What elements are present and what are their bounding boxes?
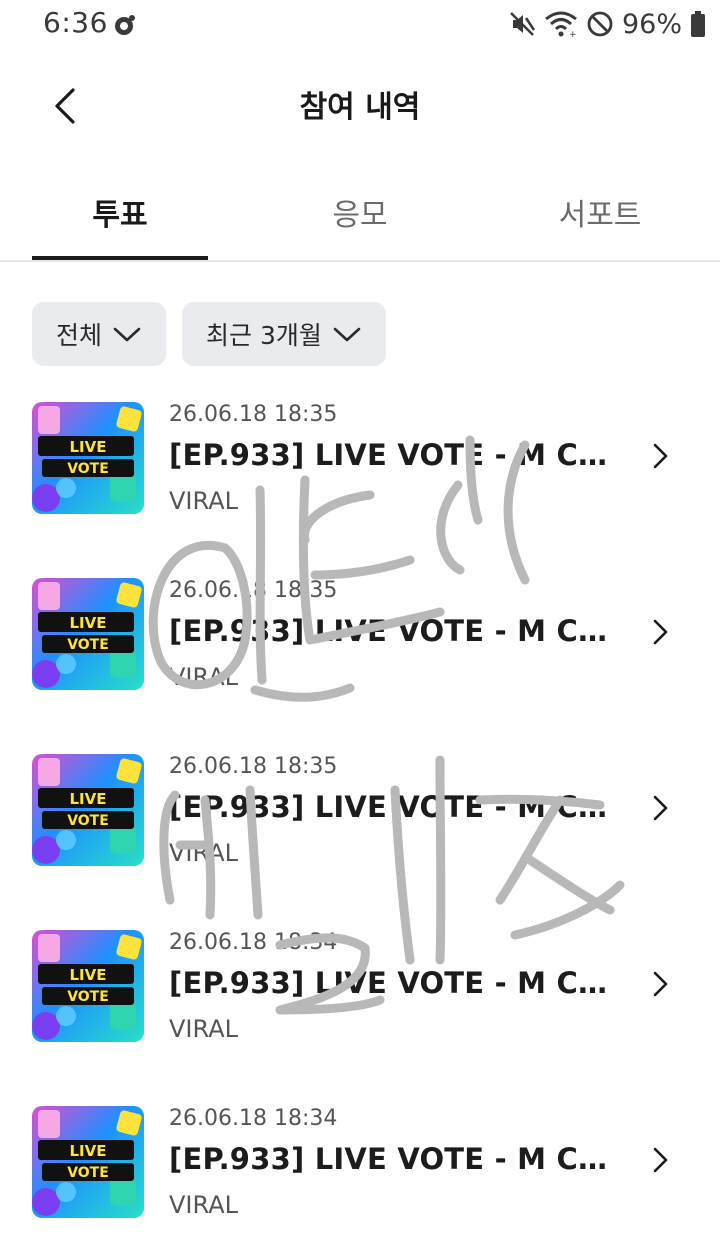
- status-time: 6:36: [43, 6, 108, 39]
- filter-bar: 전체 최근 3개월: [32, 302, 386, 366]
- tab-vote[interactable]: 투표: [32, 190, 208, 260]
- tab-bar: 투표 응모 서포트: [0, 160, 720, 262]
- participation-list: LIVE VOTE 26.06.18 18:35 [EP.933] LIVE V…: [0, 390, 720, 1248]
- item-subtitle: VIRAL: [169, 1015, 238, 1043]
- status-icons: + 96%: [508, 8, 706, 40]
- list-item[interactable]: LIVE VOTE 26.06.18 18:34 [EP.933] LIVE V…: [0, 1094, 720, 1248]
- filter-period-label: 최근 3개월: [206, 321, 322, 350]
- battery-icon: [691, 11, 705, 37]
- page-title: 참여 내역: [299, 90, 421, 125]
- item-title: [EP.933] LIVE VOTE - M COUNTDOWN: [169, 614, 609, 648]
- chevron-right-icon: [653, 1147, 668, 1173]
- header: 참여 내역: [0, 60, 720, 150]
- svg-text:+: +: [569, 30, 577, 38]
- status-bar: 6:36 + 96%: [0, 0, 720, 50]
- tab-support[interactable]: 서포트: [512, 190, 688, 260]
- live-vote-thumbnail: LIVE VOTE: [32, 1106, 144, 1218]
- item-date: 26.06.18 18:35: [169, 578, 338, 603]
- notification-dot-icon: [115, 15, 135, 35]
- svg-text:LIVE: LIVE: [70, 438, 107, 456]
- svg-text:LIVE: LIVE: [70, 790, 107, 808]
- item-title: [EP.933] LIVE VOTE - M COUNTDOWN: [169, 438, 609, 472]
- live-vote-thumbnail: LIVE VOTE: [32, 402, 144, 514]
- chevron-right-icon: [653, 971, 668, 997]
- wifi-icon: +: [545, 11, 577, 38]
- svg-text:VOTE: VOTE: [67, 813, 109, 829]
- item-subtitle: VIRAL: [169, 1191, 238, 1219]
- list-item[interactable]: LIVE VOTE 26.06.18 18:35 [EP.933] LIVE V…: [0, 566, 720, 742]
- tab-entry[interactable]: 응모: [272, 190, 448, 260]
- item-subtitle: VIRAL: [169, 663, 238, 691]
- svg-text:VOTE: VOTE: [67, 637, 109, 653]
- item-date: 26.06.18 18:34: [169, 930, 338, 955]
- filter-period-dropdown[interactable]: 최근 3개월: [182, 302, 386, 366]
- item-title: [EP.933] LIVE VOTE - M COUNTDOWN: [169, 790, 609, 824]
- list-item[interactable]: LIVE VOTE 26.06.18 18:35 [EP.933] LIVE V…: [0, 742, 720, 918]
- active-tab-indicator: [32, 256, 208, 260]
- mute-icon: [510, 12, 536, 36]
- svg-text:VOTE: VOTE: [67, 989, 109, 1005]
- do-not-disturb-icon: [587, 11, 613, 37]
- svg-text:LIVE: LIVE: [70, 966, 107, 984]
- chevron-down-icon: [113, 327, 141, 342]
- svg-text:LIVE: LIVE: [70, 614, 107, 632]
- chevron-right-icon: [653, 795, 668, 821]
- item-date: 26.06.18 18:35: [169, 402, 338, 427]
- list-item[interactable]: LIVE VOTE 26.06.18 18:34 [EP.933] LIVE V…: [0, 918, 720, 1094]
- item-title: [EP.933] LIVE VOTE - M COUNTDOWN: [169, 1142, 609, 1176]
- filter-type-dropdown[interactable]: 전체: [32, 302, 167, 366]
- chevron-right-icon: [653, 619, 668, 645]
- chevron-right-icon: [653, 443, 668, 469]
- chevron-down-icon: [333, 327, 361, 342]
- filter-type-label: 전체: [56, 321, 103, 350]
- battery-percent: 96%: [621, 8, 682, 40]
- svg-text:VOTE: VOTE: [67, 1165, 109, 1181]
- live-vote-thumbnail: LIVE VOTE: [32, 930, 144, 1042]
- list-item[interactable]: LIVE VOTE 26.06.18 18:35 [EP.933] LIVE V…: [0, 390, 720, 566]
- item-title: [EP.933] LIVE VOTE - M COUNTDOWN: [169, 966, 609, 1000]
- svg-text:LIVE: LIVE: [70, 1142, 107, 1160]
- live-vote-thumbnail: LIVE VOTE: [32, 578, 144, 690]
- item-date: 26.06.18 18:34: [169, 1106, 338, 1131]
- live-vote-thumbnail: LIVE VOTE: [32, 754, 144, 866]
- item-date: 26.06.18 18:35: [169, 754, 338, 779]
- item-subtitle: VIRAL: [169, 839, 238, 867]
- item-subtitle: VIRAL: [169, 487, 238, 515]
- svg-text:VOTE: VOTE: [67, 461, 109, 477]
